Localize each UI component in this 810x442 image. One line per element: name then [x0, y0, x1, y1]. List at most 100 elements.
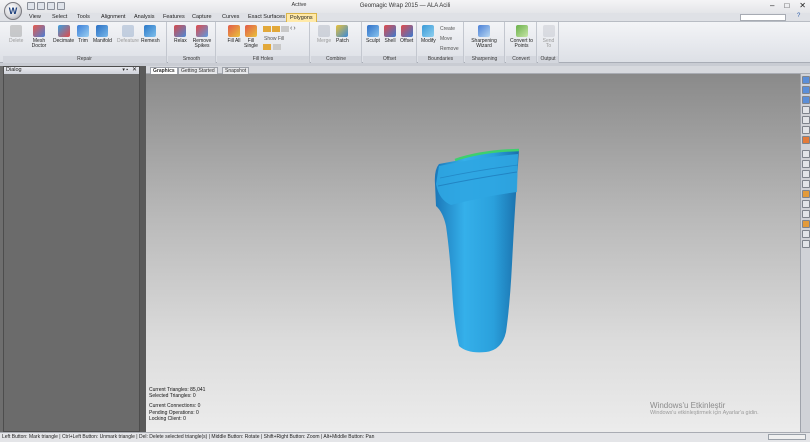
sculpt-icon [366, 25, 379, 37]
send-to-icon [542, 25, 555, 37]
fit-view-icon[interactable] [802, 116, 810, 124]
layers-icon[interactable] [802, 230, 810, 238]
fill-option-icon[interactable] [281, 26, 289, 32]
help-icon[interactable]: ? [797, 13, 800, 19]
move-boundary-button[interactable]: Move [440, 36, 452, 42]
maximize-button[interactable]: □ [784, 1, 789, 10]
view-toolbar [800, 74, 810, 432]
lighting-icon[interactable] [802, 210, 810, 218]
pin-icon[interactable]: ▾ ▪ [122, 67, 128, 74]
close-button[interactable]: ✕ [799, 1, 806, 10]
dialog-panel: Dialog ▾ ▪ ✕ [3, 66, 140, 432]
merge-button[interactable]: Merge [317, 25, 331, 44]
render-icon[interactable] [802, 190, 810, 198]
search-input[interactable] [740, 14, 786, 21]
remesh-button[interactable]: Remesh [141, 25, 160, 44]
graphics-viewport[interactable] [146, 74, 800, 432]
dialog-panel-title: Dialog [6, 67, 22, 73]
modify-button[interactable]: Modify [421, 25, 436, 44]
group-label-fill-holes: Fill Holes [217, 56, 309, 63]
tab-curves[interactable]: Curves [222, 14, 239, 20]
mesh-doctor-icon [33, 25, 45, 37]
clip-icon[interactable] [802, 220, 810, 228]
send-to-button[interactable]: Send To [540, 25, 557, 49]
convert-to-points-button[interactable]: Convert to Points [508, 25, 535, 49]
shell-button[interactable]: Shell [384, 25, 396, 44]
tab-capture[interactable]: Capture [192, 14, 212, 20]
activation-watermark-subtitle: Windows'u etkinleştirmek için Ayarlar'a … [650, 410, 759, 416]
offset-icon [400, 25, 413, 37]
sculpt-button[interactable]: Sculpt [366, 25, 380, 44]
tab-exact-surfaces[interactable]: Exact Surfaces [248, 14, 285, 20]
color-icon[interactable] [802, 136, 810, 144]
merge-icon [318, 25, 331, 37]
decimate-button[interactable]: Decimate [53, 25, 74, 44]
relax-icon [174, 25, 187, 37]
mesh-display-icon[interactable] [802, 200, 810, 208]
tab-view[interactable]: View [29, 14, 41, 20]
patch-button[interactable]: Patch [336, 25, 349, 44]
fill-single-icon [245, 25, 257, 37]
window-title: Geomagic Wrap 2015 — ALA Acili [359, 3, 451, 9]
trim-icon [77, 25, 89, 37]
tab-select[interactable]: Select [52, 14, 67, 20]
group-fill-holes: Fill All Fill Single ‹ › Show Fill Fill … [217, 22, 310, 63]
fill-option-icon[interactable] [272, 26, 280, 32]
options-icon[interactable] [802, 240, 810, 248]
tab-snapshot[interactable]: Snapshot [222, 67, 250, 74]
sharpening-wizard-button[interactable]: Sharpening Wizard [467, 25, 501, 49]
lasso-icon[interactable] [802, 160, 810, 168]
group-combine: Merge Patch Combine [311, 22, 362, 63]
manifold-button[interactable]: Manifold [93, 25, 112, 44]
select-icon[interactable] [802, 150, 810, 158]
app-window: Geomagic Wrap 2015 — ALA Acili Active – … [0, 0, 810, 442]
close-icon[interactable]: ✕ [132, 67, 137, 74]
manifold-icon [96, 25, 109, 37]
minimize-button[interactable]: – [770, 1, 774, 10]
offset-button[interactable]: Offset [400, 25, 413, 44]
delete-button[interactable]: Delete [9, 25, 23, 44]
rectangle-select-icon[interactable] [802, 180, 810, 188]
tab-getting-started[interactable]: Getting Started [178, 67, 218, 74]
view-front-icon[interactable] [802, 76, 810, 84]
window-controls: – □ ✕ [770, 1, 806, 10]
tab-graphics[interactable]: Graphics [150, 67, 178, 74]
trim-button[interactable]: Trim [77, 25, 89, 44]
tab-tools[interactable]: Tools [77, 14, 90, 20]
application-menu-button[interactable]: W [4, 2, 22, 20]
tab-polygons[interactable]: Polygons [286, 13, 317, 22]
create-boundary-button[interactable]: Create [440, 26, 455, 32]
brush-icon[interactable] [802, 170, 810, 178]
defeature-icon [121, 25, 134, 37]
fill-tool-icon[interactable] [273, 44, 281, 50]
fill-single-button[interactable]: Fill Single [244, 25, 258, 49]
group-repair: Delete Mesh Doctor Decimate Trim Manifol… [3, 22, 167, 63]
mesh-model [434, 148, 520, 353]
remove-boundary-button[interactable]: Remove [440, 46, 459, 52]
chevron-right-icon[interactable]: › [293, 25, 295, 32]
fill-options-row: ‹ › [263, 25, 296, 32]
group-label-combine: Combine [311, 56, 361, 63]
tab-analysis[interactable]: Analysis [134, 14, 154, 20]
patch-icon [336, 25, 349, 37]
group-label-repair: Repair [3, 56, 166, 63]
remove-spikes-button[interactable]: Remove Spikes [192, 25, 212, 49]
viewport-tabs: Graphics Getting Started Snapshot [146, 66, 810, 74]
sharpening-wizard-icon [478, 25, 490, 37]
fill-option-icon[interactable] [263, 26, 271, 32]
tab-features[interactable]: Features [163, 14, 185, 20]
defeature-button[interactable]: Defeature [117, 25, 139, 44]
zoom-icon[interactable] [802, 106, 810, 114]
mesh-doctor-button[interactable]: Mesh Doctor [30, 25, 48, 49]
status-bar: Left Button: Mark triangle | Ctrl+Left B… [0, 432, 810, 442]
fill-all-button[interactable]: Fill All [227, 25, 241, 44]
show-fill-button[interactable]: Show Fill [264, 36, 284, 42]
relax-button[interactable]: Relax [174, 25, 187, 44]
pan-icon[interactable] [802, 126, 810, 134]
fill-tool-icon[interactable] [263, 44, 271, 50]
tab-alignment[interactable]: Alignment [101, 14, 125, 20]
chevron-left-icon[interactable]: ‹ [290, 25, 292, 32]
convert-to-points-icon [515, 25, 528, 37]
view-top-icon[interactable] [802, 86, 810, 94]
view-side-icon[interactable] [802, 96, 810, 104]
